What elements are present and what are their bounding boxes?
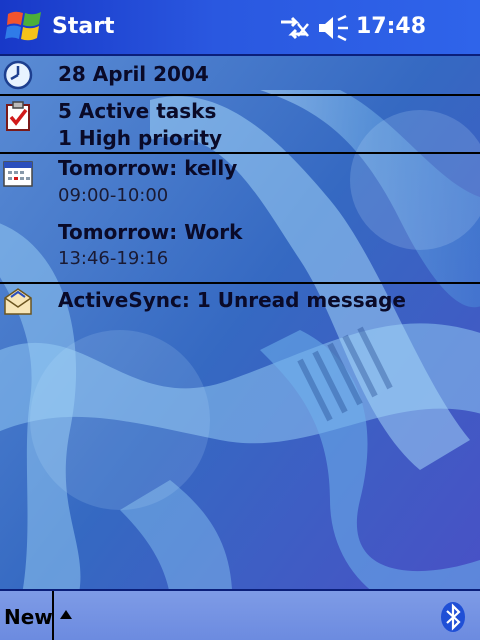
appointment-time: 09:00-10:00 xyxy=(58,185,169,206)
menu-bar: New xyxy=(0,589,480,640)
today-date-row[interactable]: 28 April 2004 xyxy=(0,56,480,96)
tasks-icon xyxy=(6,101,30,131)
messages-label: ActiveSync: 1 Unread message xyxy=(58,288,406,312)
appointment-time: 13:46-19:16 xyxy=(58,248,169,269)
tasks-active-label: 5 Active tasks xyxy=(58,99,217,123)
menu-separator xyxy=(52,591,54,640)
tasks-priority-label: 1 High priority xyxy=(58,126,223,150)
clock-icon xyxy=(3,60,33,90)
volume-icon[interactable] xyxy=(316,14,350,42)
windows-flag-icon xyxy=(5,11,41,41)
envelope-icon xyxy=(4,288,32,315)
title-bar: Start 17:48 xyxy=(0,0,480,56)
start-label: Start xyxy=(52,14,115,39)
bluetooth-icon[interactable] xyxy=(440,601,466,633)
connectivity-icon[interactable] xyxy=(278,14,310,42)
appointment-title: Tomorrow: kelly xyxy=(58,156,238,180)
appointment-title: Tomorrow: Work xyxy=(58,220,243,244)
start-button[interactable]: Start xyxy=(0,0,120,54)
today-messages-row[interactable]: ActiveSync: 1 Unread message xyxy=(0,284,480,320)
clock-time[interactable]: 17:48 xyxy=(356,14,426,39)
calendar-icon xyxy=(3,161,33,187)
today-date-label: 28 April 2004 xyxy=(58,62,209,86)
new-button[interactable]: New xyxy=(4,605,53,629)
up-arrow-icon[interactable] xyxy=(58,607,74,621)
today-calendar-row[interactable]: Tomorrow: kelly 09:00-10:00 Tomorrow: Wo… xyxy=(0,154,480,284)
today-tasks-row[interactable]: 5 Active tasks 1 High priority xyxy=(0,96,480,154)
